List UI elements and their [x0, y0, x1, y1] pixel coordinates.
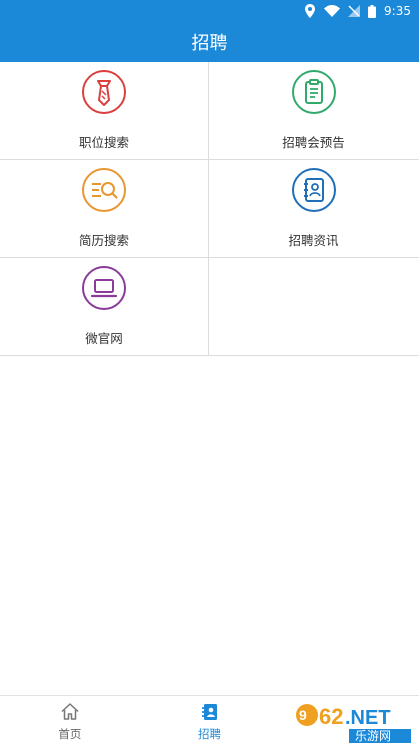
home-icon: [61, 703, 79, 720]
grid-item-job-fair[interactable]: 招聘会预告: [209, 62, 418, 159]
watermark-logo: 9 62 .NET 乐游网: [296, 704, 411, 743]
svg-text:乐游网: 乐游网: [355, 729, 391, 743]
battery-icon: [368, 4, 377, 18]
page-title: 招聘: [0, 22, 419, 62]
grid-item-recruit-news[interactable]: 招聘资讯: [209, 160, 418, 257]
laptop-icon: [82, 266, 126, 310]
grid-label: 招聘会预告: [282, 135, 345, 150]
grid-label: 简历搜索: [78, 233, 129, 248]
svg-text:62: 62: [319, 704, 343, 729]
grid-item-job-search[interactable]: 职位搜索: [0, 62, 209, 159]
grid-label: 招聘资讯: [288, 233, 339, 248]
svg-text:9: 9: [299, 707, 307, 723]
menu-grid: 职位搜索 招聘会预告 简历搜索 招聘资讯 微官网: [0, 62, 419, 356]
contact-book-icon: [291, 168, 336, 212]
status-bar: 9:35: [0, 0, 419, 22]
resume-search-icon: [82, 168, 126, 212]
location-icon: [305, 4, 316, 18]
grid-label: 职位搜索: [78, 135, 129, 150]
recruit-icon: [201, 704, 217, 720]
grid-label: 微官网: [85, 331, 123, 346]
clipboard-icon: [291, 70, 336, 114]
no-signal-icon: [348, 5, 361, 17]
grid-item-resume-search[interactable]: 简历搜索: [0, 160, 209, 257]
grid-item-micro-site[interactable]: 微官网: [0, 258, 209, 355]
tab-label: 招聘: [198, 727, 221, 741]
tie-icon: [82, 70, 126, 114]
tab-home[interactable]: 首页: [0, 696, 140, 746]
svg-text:.NET: .NET: [345, 707, 391, 729]
grid-item-empty: [209, 258, 418, 355]
wifi-icon: [324, 5, 341, 17]
status-time: 9:35: [384, 4, 411, 18]
tab-label: 首页: [58, 727, 82, 741]
tab-recruit[interactable]: 招聘: [140, 696, 280, 746]
